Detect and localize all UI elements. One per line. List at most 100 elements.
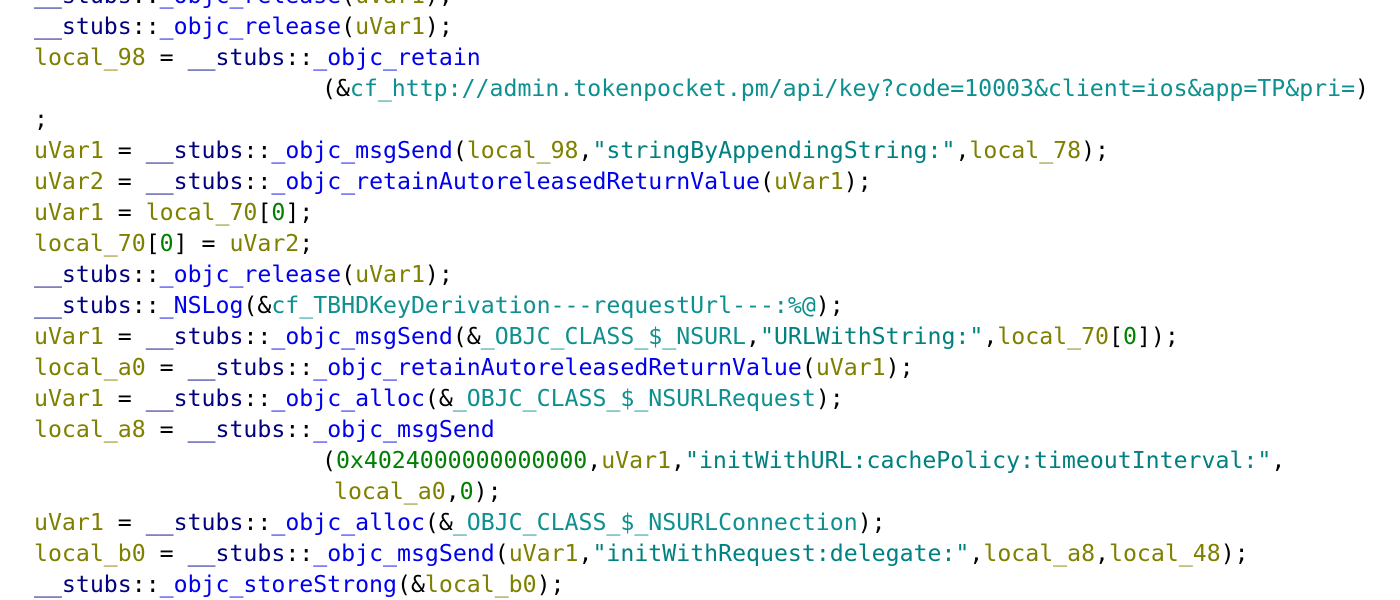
punctuation: ::: [285, 416, 314, 443]
identifier-namespace[interactable]: __stubs: [188, 540, 286, 567]
identifier-variable[interactable]: uVar2: [229, 230, 299, 257]
identifier-function[interactable]: _objc_retainAutoreleasedReturnValue: [313, 354, 802, 381]
data-reference[interactable]: cf_http://admin.tokenpocket.pm/api/key?c…: [350, 75, 1355, 102]
code-line[interactable]: __stubs::_objc_release(uVar1);: [34, 11, 453, 42]
identifier-variable[interactable]: local_98: [467, 137, 579, 164]
identifier-variable[interactable]: uVar1: [355, 0, 425, 9]
identifier-function[interactable]: _objc_msgSend: [271, 137, 452, 164]
identifier-variable[interactable]: local_70: [146, 199, 258, 226]
code-line[interactable]: uVar1 = __stubs::_objc_alloc(&_OBJC_CLAS…: [34, 383, 844, 414]
identifier-namespace[interactable]: __stubs: [34, 0, 132, 9]
identifier-variable[interactable]: local_78: [969, 137, 1081, 164]
identifier-namespace[interactable]: __stubs: [146, 509, 244, 536]
identifier-function[interactable]: _objc_storeStrong: [160, 571, 397, 598]
identifier-namespace[interactable]: __stubs: [146, 385, 244, 412]
punctuation: =: [103, 168, 146, 195]
identifier-variable[interactable]: uVar1: [34, 137, 104, 164]
punctuation: =: [103, 199, 146, 226]
identifier-variable[interactable]: local_98: [34, 44, 146, 71]
identifier-variable[interactable]: local_48: [1109, 540, 1221, 567]
identifier-variable[interactable]: uVar1: [774, 168, 844, 195]
decompiler-code-view[interactable]: __stubs::_objc_release(uVar1);__stubs::_…: [0, 0, 1400, 598]
data-reference[interactable]: _OBJC_CLASS_$_NSURL: [481, 323, 746, 350]
identifier-function[interactable]: _objc_release: [160, 261, 341, 288]
identifier-variable[interactable]: local_b0: [34, 540, 146, 567]
identifier-namespace[interactable]: __stubs: [188, 354, 286, 381]
identifier-namespace[interactable]: __stubs: [146, 137, 244, 164]
identifier-function[interactable]: _objc_retainAutoreleasedReturnValue: [271, 168, 760, 195]
code-line[interactable]: uVar1 = __stubs::_objc_alloc(&_OBJC_CLAS…: [34, 507, 886, 538]
identifier-variable[interactable]: local_a8: [983, 540, 1095, 567]
identifier-variable[interactable]: uVar1: [601, 447, 671, 474]
number-literal[interactable]: 0: [460, 478, 474, 505]
number-literal[interactable]: 0: [1123, 323, 1137, 350]
identifier-function[interactable]: _NSLog: [160, 292, 244, 319]
code-line[interactable]: (&cf_http://admin.tokenpocket.pm/api/key…: [34, 73, 1369, 104]
punctuation: (&: [424, 509, 453, 536]
identifier-function[interactable]: _objc_msgSend: [313, 540, 494, 567]
code-line[interactable]: __stubs::_NSLog(&cf_TBHDKeyDerivation---…: [34, 290, 844, 321]
identifier-namespace[interactable]: __stubs: [34, 261, 132, 288]
identifier-variable[interactable]: uVar1: [34, 509, 104, 536]
data-reference[interactable]: cf_TBHDKeyDerivation---requestUrl---:%@: [271, 292, 815, 319]
identifier-variable[interactable]: uVar1: [34, 323, 104, 350]
identifier-variable[interactable]: local_70: [34, 230, 146, 257]
identifier-variable[interactable]: uVar1: [816, 354, 886, 381]
identifier-function[interactable]: _objc_alloc: [271, 385, 425, 412]
code-line[interactable]: __stubs::_objc_release(uVar1);: [34, 0, 453, 11]
number-literal[interactable]: 0x4024000000000000: [336, 447, 587, 474]
data-reference[interactable]: _OBJC_CLASS_$_NSURLConnection: [453, 509, 858, 536]
code-line[interactable]: local_a0 = __stubs::_objc_retainAutorele…: [34, 352, 914, 383]
identifier-function[interactable]: _objc_msgSend: [271, 323, 452, 350]
code-line[interactable]: local_a0,0);: [34, 476, 502, 507]
identifier-namespace[interactable]: __stubs: [34, 292, 132, 319]
code-line[interactable]: __stubs::_objc_release(uVar1);: [34, 259, 453, 290]
identifier-variable[interactable]: local_a0: [334, 478, 446, 505]
punctuation: (: [759, 168, 774, 195]
identifier-variable[interactable]: uVar1: [509, 540, 579, 567]
identifier-variable[interactable]: local_70: [997, 323, 1109, 350]
string-literal[interactable]: "initWithURL:cachePolicy:timeoutInterval…: [685, 447, 1271, 474]
code-line[interactable]: ;: [34, 104, 48, 135]
identifier-function[interactable]: _objc_release: [160, 0, 341, 9]
code-line[interactable]: local_98 = __stubs::_objc_retain: [34, 42, 481, 73]
string-literal[interactable]: "initWithRequest:delegate:": [592, 540, 969, 567]
identifier-variable[interactable]: local_b0: [425, 571, 537, 598]
code-line[interactable]: local_b0 = __stubs::_objc_msgSend(uVar1,…: [34, 538, 1249, 569]
data-reference[interactable]: _OBJC_CLASS_$_NSURLRequest: [453, 385, 816, 412]
identifier-function[interactable]: _objc_retain: [313, 44, 481, 71]
string-literal[interactable]: "stringByAppendingString:": [592, 137, 955, 164]
identifier-function[interactable]: _objc_release: [160, 13, 341, 40]
identifier-variable[interactable]: uVar1: [34, 199, 104, 226]
code-line[interactable]: local_a8 = __stubs::_objc_msgSend: [34, 414, 495, 445]
identifier-namespace[interactable]: __stubs: [34, 13, 132, 40]
code-line[interactable]: uVar2 = __stubs::_objc_retainAutorelease…: [34, 166, 872, 197]
code-line[interactable]: uVar1 = local_70[0];: [34, 197, 313, 228]
code-line[interactable]: (0x4024000000000000,uVar1,"initWithURL:c…: [34, 445, 1285, 476]
code-line[interactable]: __stubs::_objc_storeStrong(&local_b0);: [34, 569, 565, 600]
identifier-function[interactable]: _objc_alloc: [271, 509, 425, 536]
identifier-variable[interactable]: uVar2: [34, 168, 104, 195]
number-literal[interactable]: 0: [271, 199, 285, 226]
identifier-variable[interactable]: uVar1: [355, 13, 425, 40]
identifier-namespace[interactable]: __stubs: [188, 416, 286, 443]
identifier-function[interactable]: _objc_msgSend: [313, 416, 494, 443]
string-literal[interactable]: "URLWithString:": [760, 323, 983, 350]
punctuation: );: [815, 385, 844, 412]
code-line[interactable]: uVar1 = __stubs::_objc_msgSend(&_OBJC_CL…: [34, 321, 1179, 352]
punctuation: ,: [587, 447, 602, 474]
identifier-variable[interactable]: local_a8: [34, 416, 146, 443]
punctuation: ::: [131, 13, 160, 40]
punctuation: =: [145, 354, 188, 381]
number-literal[interactable]: 0: [160, 230, 174, 257]
punctuation: (&: [424, 385, 453, 412]
identifier-namespace[interactable]: __stubs: [34, 571, 132, 598]
identifier-namespace[interactable]: __stubs: [146, 323, 244, 350]
identifier-variable[interactable]: local_a0: [34, 354, 146, 381]
identifier-namespace[interactable]: __stubs: [146, 168, 244, 195]
identifier-variable[interactable]: uVar1: [355, 261, 425, 288]
code-line[interactable]: uVar1 = __stubs::_objc_msgSend(local_98,…: [34, 135, 1109, 166]
code-line[interactable]: local_70[0] = uVar2;: [34, 228, 313, 259]
identifier-variable[interactable]: uVar1: [34, 385, 104, 412]
identifier-namespace[interactable]: __stubs: [188, 44, 286, 71]
